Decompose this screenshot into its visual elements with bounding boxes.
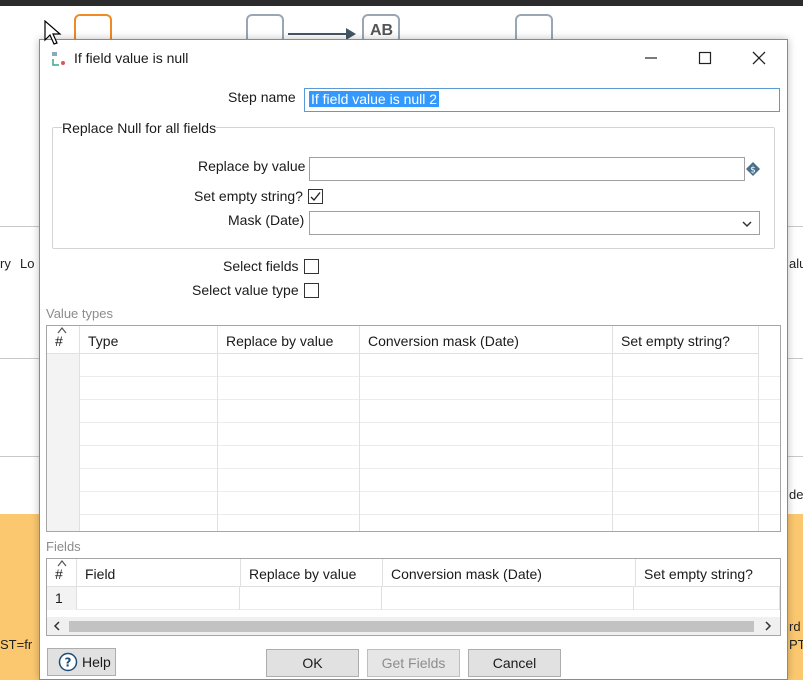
variable-diamond-icon[interactable]: $	[746, 162, 760, 176]
table-row[interactable]: 1	[47, 587, 780, 610]
step-name-input[interactable]: If field value is null 2	[304, 88, 780, 112]
cancel-button[interactable]: Cancel	[468, 649, 561, 677]
dialog-title-bar[interactable]: If field value is null	[40, 40, 787, 76]
canvas-text: alu	[789, 256, 803, 271]
select-fields-label: Select fields	[223, 258, 299, 274]
select-value-type-checkbox[interactable]	[304, 283, 319, 298]
help-circle-icon: ?	[58, 652, 78, 672]
sort-caret-icon	[57, 560, 67, 567]
table-row[interactable]	[47, 469, 780, 492]
minimize-icon	[645, 57, 657, 59]
help-button-label: Help	[82, 654, 111, 670]
ok-button[interactable]: OK	[266, 649, 359, 677]
fields-header: # Field Replace by value Conversion mask…	[47, 559, 780, 587]
table-row[interactable]	[47, 423, 780, 446]
close-icon	[752, 51, 766, 65]
value-types-header: # Type Replace by value Conversion mask …	[47, 326, 759, 354]
table-row[interactable]	[47, 515, 780, 531]
horizontal-scrollbar[interactable]	[47, 617, 780, 635]
table-row[interactable]	[47, 446, 780, 469]
column-header-type[interactable]: Type	[80, 326, 218, 354]
table-row[interactable]	[47, 400, 780, 423]
step-icon	[52, 52, 65, 66]
table-row[interactable]	[47, 377, 780, 400]
value-types-section-label: Value types	[46, 306, 113, 321]
log-text: PT	[789, 637, 803, 652]
column-header-conversion-mask[interactable]: Conversion mask (Date)	[383, 559, 636, 587]
minimize-button[interactable]	[628, 42, 674, 74]
canvas-text: Lo	[20, 256, 35, 271]
select-fields-checkbox[interactable]	[304, 259, 319, 274]
table-row[interactable]	[47, 492, 780, 515]
canvas-text: de	[789, 487, 803, 502]
help-button[interactable]: ? Help	[47, 648, 116, 676]
maximize-icon	[698, 51, 712, 65]
canvas-node-label: AB	[370, 22, 394, 39]
column-header-set-empty-string[interactable]: Set empty string?	[613, 326, 759, 354]
column-header-replace-by-value[interactable]: Replace by value	[241, 559, 383, 587]
column-header-replace-by-value[interactable]: Replace by value	[218, 326, 360, 354]
replace-by-value-label: Replace by value	[198, 158, 306, 174]
table-row[interactable]	[47, 354, 780, 377]
sort-caret-icon	[57, 327, 67, 334]
value-types-table[interactable]: # Type Replace by value Conversion mask …	[46, 325, 781, 532]
fields-section-label: Fields	[46, 539, 81, 554]
scroll-right-icon[interactable]	[762, 620, 774, 632]
set-empty-string-checkbox[interactable]	[308, 189, 323, 204]
column-header-set-empty-string[interactable]: Set empty string?	[636, 559, 780, 587]
replace-by-value-input[interactable]	[309, 157, 745, 181]
column-header-number[interactable]: #	[47, 326, 80, 354]
mask-date-combo[interactable]	[309, 211, 760, 235]
dialog-title: If field value is null	[74, 50, 189, 66]
get-fields-button[interactable]: Get Fields	[367, 649, 460, 677]
svg-text:$: $	[750, 166, 756, 176]
chevron-down-icon[interactable]	[740, 217, 754, 231]
step-name-label: Step name	[228, 89, 296, 105]
fields-table[interactable]: # Field Replace by value Conversion mask…	[46, 558, 781, 636]
mask-date-label: Mask (Date)	[228, 212, 305, 228]
log-text: rd	[789, 619, 801, 634]
group-title: Replace Null for all fields	[62, 120, 217, 136]
log-text: ST=fr	[0, 637, 33, 652]
step-name-selected-text: If field value is null 2	[309, 91, 440, 107]
canvas-text: ry	[0, 256, 11, 271]
scrollbar-thumb[interactable]	[69, 621, 754, 632]
column-header-number[interactable]: #	[47, 559, 77, 587]
value-types-body	[47, 354, 780, 531]
set-empty-string-label: Set empty string?	[194, 188, 303, 204]
close-button[interactable]	[736, 42, 782, 74]
column-header-field[interactable]: Field	[77, 559, 241, 587]
maximize-button[interactable]	[682, 42, 728, 74]
svg-text:?: ?	[65, 656, 72, 670]
select-value-type-label: Select value type	[192, 282, 299, 298]
column-header-conversion-mask[interactable]: Conversion mask (Date)	[360, 326, 613, 354]
mouse-cursor-icon	[44, 20, 62, 45]
if-field-value-is-null-dialog: If field value is null Step name If fiel…	[39, 39, 788, 680]
canvas-hop-arrow	[288, 28, 356, 40]
scroll-left-icon[interactable]	[51, 620, 63, 632]
checkmark-icon	[310, 192, 321, 202]
